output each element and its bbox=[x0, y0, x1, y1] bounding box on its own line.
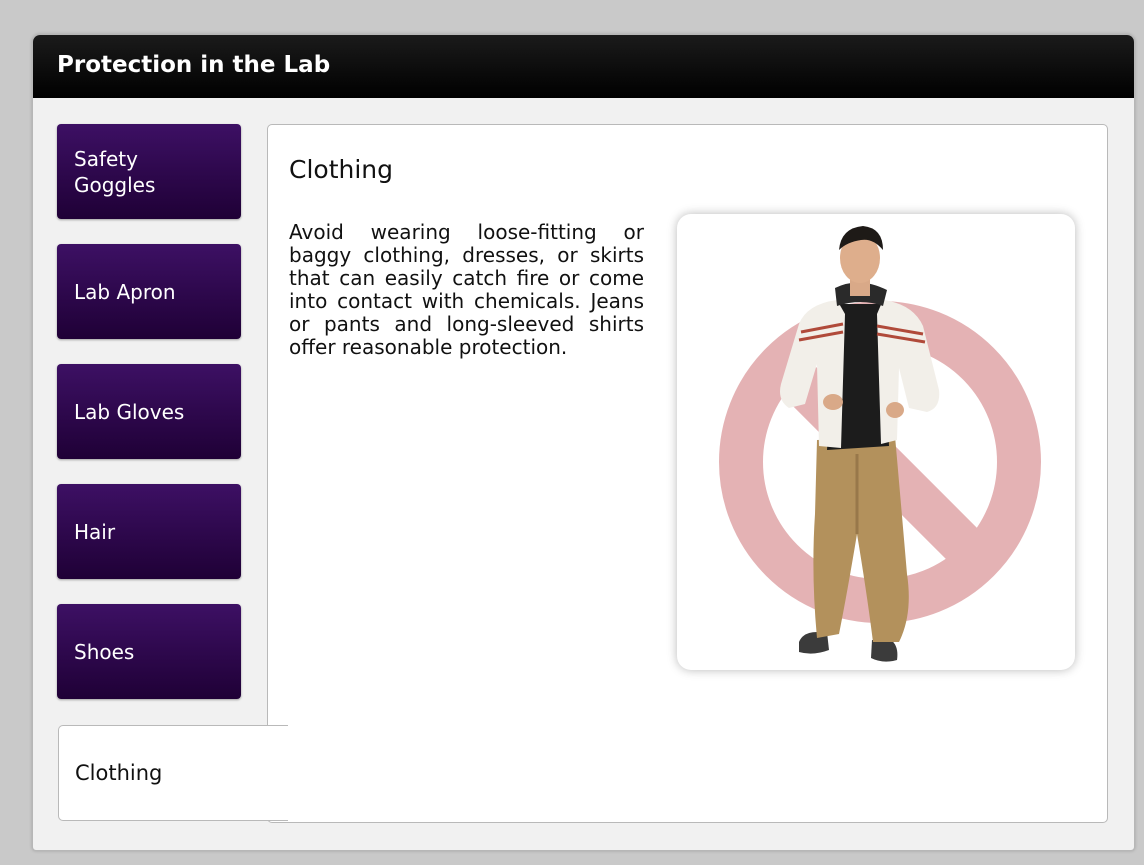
tab-safety-goggles[interactable]: Safety Goggles bbox=[57, 124, 241, 219]
content-panel: Clothing Avoid wearing loose-fitting or … bbox=[267, 124, 1108, 823]
tab-shoes[interactable]: Shoes bbox=[57, 604, 241, 699]
tab-lab-apron[interactable]: Lab Apron bbox=[57, 244, 241, 339]
clothing-illustration bbox=[719, 226, 1041, 662]
content-body: Avoid wearing loose-fitting or baggy clo… bbox=[289, 220, 644, 359]
tab-label: Lab Gloves bbox=[74, 399, 185, 424]
tab-label: Shoes bbox=[74, 639, 135, 664]
content-title: Clothing bbox=[289, 155, 394, 184]
title-bar: Protection in the Lab bbox=[33, 35, 1134, 98]
tab-label: Lab Apron bbox=[74, 279, 176, 304]
active-tab-connector bbox=[265, 726, 273, 820]
tab-lab-gloves[interactable]: Lab Gloves bbox=[57, 364, 241, 459]
tab-clothing[interactable]: Clothing bbox=[58, 725, 288, 821]
tab-label: Clothing bbox=[75, 761, 163, 785]
window-title: Protection in the Lab bbox=[57, 52, 331, 78]
tab-hair[interactable]: Hair bbox=[57, 484, 241, 579]
app-window: Protection in the Lab Safety Goggles Lab… bbox=[32, 34, 1135, 851]
clothing-image bbox=[677, 214, 1075, 670]
tab-label-line1: Safety bbox=[74, 146, 138, 171]
tab-label: Safety Goggles bbox=[74, 146, 155, 198]
tab-label-line2: Goggles bbox=[74, 172, 156, 197]
tab-label: Hair bbox=[74, 519, 116, 544]
